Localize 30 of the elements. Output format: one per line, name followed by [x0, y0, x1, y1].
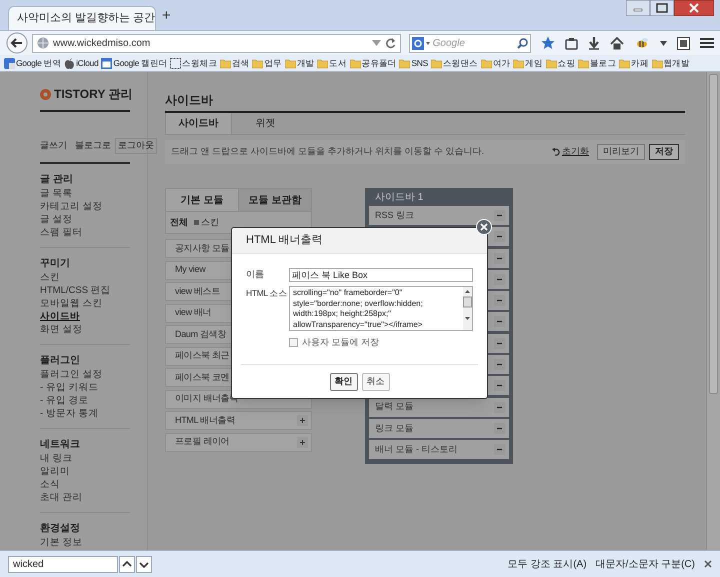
field-label: 이름: [246, 268, 265, 282]
module-name: 페이스북 코멘: [175, 370, 230, 384]
section-title: 글 관리: [40, 172, 74, 186]
notice-text: 드래그 앤 드랍으로 사이드바에 모듈을 추가하거나 위치를 이동할 수 있습니다.: [171, 145, 486, 158]
code-line: scrolling="no" frameborder="0": [293, 288, 402, 298]
module-name: 페이스북 최근: [175, 349, 230, 362]
panel-title: 사이드바 1: [374, 191, 424, 205]
tab-title: 사악미소의 발길향하는 공간: [17, 11, 156, 26]
module-name: My view: [175, 263, 206, 276]
module-name: 달력 모듈: [375, 400, 415, 414]
section-title: 꾸미기: [40, 256, 71, 270]
field-label: HTML 소스: [246, 287, 288, 300]
dialog-title: HTML 배너출력: [246, 233, 323, 248]
code-line: style="border:none; overflow:hidden;: [293, 298, 423, 309]
module-name: RSS 링크: [375, 208, 416, 222]
module-name: 프로필 레이어: [175, 435, 230, 448]
module-name: 링크 모듈: [375, 422, 415, 435]
section-title: 환경설정: [40, 522, 81, 536]
logo-text: TISTORY 관리: [54, 86, 132, 103]
code-line: allowTransparency="true"></iframe>: [293, 320, 422, 330]
section-title: 플러그인: [40, 354, 81, 368]
module-name: view 베스트: [175, 284, 220, 298]
module-name: HTML 배너출력: [175, 414, 235, 427]
module-name: 배너 모듈 - 티스토리: [375, 443, 458, 456]
module-name: view 배너: [175, 306, 212, 320]
module-name: Daum 검색창: [175, 328, 226, 341]
module-name: 공지사항 모듈: [175, 242, 230, 255]
code-line: width:198px; height:258px;": [293, 309, 392, 320]
section-title: 네트워크: [40, 438, 81, 452]
url-text: www.wickedmiso.com: [53, 36, 152, 50]
